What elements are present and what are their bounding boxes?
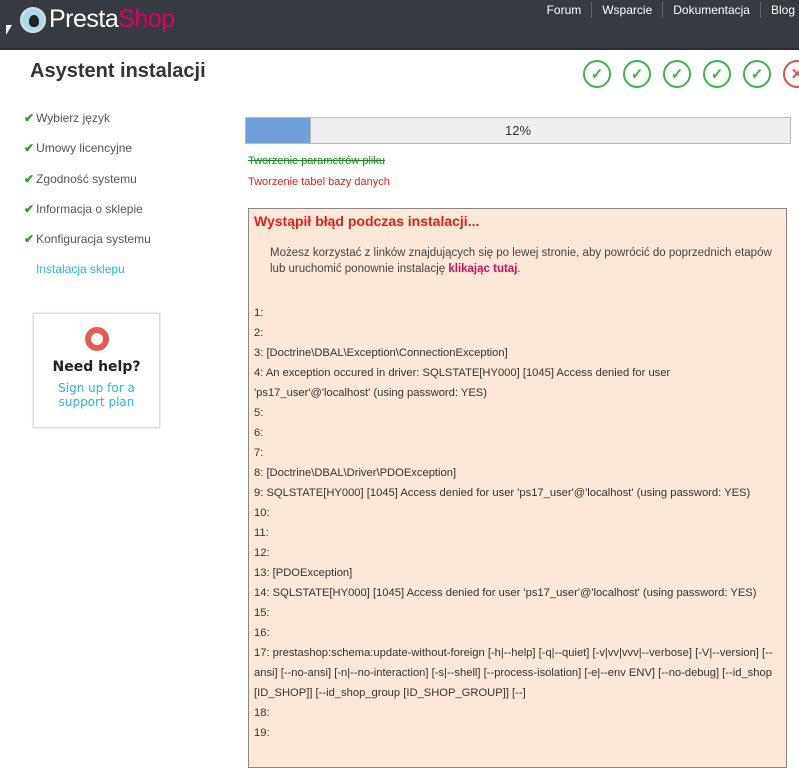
log-line: 11:: [254, 527, 269, 539]
sidebar-item[interactable]: ✔ Umowy licencyjne: [24, 141, 151, 171]
lifebuoy-icon: [84, 327, 109, 351]
sidebar-item[interactable]: ✔ Informacja o sklepie: [24, 202, 151, 232]
nav-support[interactable]: Wsparcie: [591, 2, 662, 18]
sidebar-item-current[interactable]: Instalacja sklepu: [24, 262, 151, 292]
progress-label: 12%: [504, 123, 532, 138]
log-line: 4: An exception occured in driver: SQLST…: [254, 367, 671, 399]
sidebar-item[interactable]: ✔ Wybierz język: [24, 111, 151, 141]
log-line: 18:: [254, 707, 270, 719]
log-line: 3: [Doctrine\DBAL\Exception\ConnectionEx…: [254, 347, 508, 359]
error-title: Wystąpił błąd podczas instalacji...: [254, 213, 480, 229]
check-icon: ✔: [24, 141, 35, 156]
cross-icon: ✕: [783, 60, 799, 88]
check-icon: ✔: [24, 201, 35, 216]
page-title: Asystent instalacji: [30, 60, 206, 82]
error-message: Możesz korzystać z linków znajdujących s…: [270, 247, 772, 275]
nav-docs[interactable]: Dokumentacja: [662, 2, 760, 18]
check-icon: ✔: [24, 232, 35, 247]
log-line: 6:: [254, 427, 264, 439]
log-line: 19:: [254, 727, 270, 739]
error-box: Wystąpił błąd podczas instalacji... Może…: [248, 208, 787, 768]
task-done: Tworzenie parametrów pliku: [248, 155, 385, 167]
sidebar-item[interactable]: ✔ Konfiguracja systemu: [24, 232, 151, 262]
sidebar-item[interactable]: ✔ Zgodność systemu: [24, 172, 151, 202]
nav-forum[interactable]: Forum: [537, 2, 592, 18]
log-line: 2:: [254, 327, 264, 339]
log-line: 16:: [254, 627, 270, 639]
log-line: 7:: [254, 447, 264, 459]
check-icon: ✔: [24, 111, 35, 125]
help-title: Need help?: [52, 359, 141, 375]
log-line: 13: [PDOException]: [254, 567, 353, 579]
check-icon: ✔: [24, 171, 35, 186]
check-icon: ✓: [583, 60, 611, 88]
prestashop-logo[interactable]: PrestaShop: [20, 5, 175, 34]
progress-bar: 12%: [245, 117, 791, 144]
puffin-icon: [20, 6, 46, 33]
sidebar-steps: ✔ Wybierz język ✔ Umowy licencyjne ✔ Zgodność…: [24, 111, 151, 293]
log-line: 17: prestashop:schema:update-without-for…: [254, 647, 773, 699]
log-line: 1:: [254, 307, 264, 319]
error-log: 1: 2: 3: [Doctrine\DBAL\Exception\Connecti…: [254, 303, 781, 743]
log-line: 8: [Doctrine\DBAL\Driver\PDOException]: [254, 467, 457, 479]
log-line: 12:: [254, 547, 270, 559]
top-nav: Forum Wsparcie Dokumentacja Blog: [537, 2, 795, 18]
log-line: 9: SQLSTATE[HY000] [1045] Access denied …: [254, 487, 751, 499]
check-icon: ✓: [703, 60, 731, 88]
top-bar: PrestaShop Forum Wsparcie Dokumentacja B…: [0, 0, 799, 50]
check-icon: ✓: [663, 60, 691, 88]
nav-blog[interactable]: Blog: [759, 2, 795, 18]
log-line: 5:: [254, 407, 264, 419]
check-icon: ✓: [743, 60, 771, 88]
log-line: 15:: [254, 607, 270, 619]
mouse-cursor-icon: [6, 25, 12, 35]
support-plan-link[interactable]: Sign up for a support plan: [34, 381, 159, 409]
retry-link[interactable]: klikając tutaj: [448, 263, 517, 275]
step-indicators: ✓ ✓ ✓ ✓ ✓ ✕: [583, 60, 799, 88]
help-box: Need help? Sign up for a support plan: [33, 313, 160, 428]
log-line: 10:: [254, 507, 270, 519]
task-failed: Tworzenie tabel bazy danych: [248, 176, 390, 188]
check-icon: ✓: [623, 60, 651, 88]
log-line: 14: SQLSTATE[HY000] [1045] Access denied…: [254, 587, 757, 599]
